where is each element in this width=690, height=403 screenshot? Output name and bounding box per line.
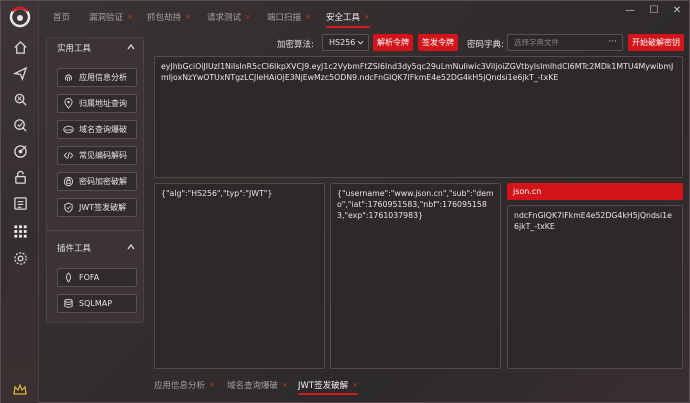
jwt-icon (63, 202, 74, 213)
tool-domain-brute[interactable]: www 域名查询爆破 (57, 120, 137, 139)
secret-result-field[interactable]: json.cn (507, 183, 683, 200)
token-textarea[interactable]: eyJhbGciOiJIUzI1NiIsInR5cCI6IkpXVCJ9.eyJ… (154, 56, 683, 178)
tool-password-crack[interactable]: 密码加密破解 (57, 172, 137, 191)
svg-text:www: www (65, 128, 73, 132)
maximize-icon[interactable]: ☐ (649, 6, 659, 16)
bottom-tab-domain-brute[interactable]: 域名查询爆破 × (227, 379, 288, 391)
crown-icon[interactable] (13, 384, 27, 396)
tool-label: 密码加密破解 (79, 177, 127, 186)
tab-label: 安全工具 (326, 13, 361, 23)
bottom-tab-app-info[interactable]: 应用信息分析 × (154, 379, 215, 391)
chevron-down-icon (357, 40, 364, 45)
tab-close-icon[interactable]: × (352, 381, 358, 389)
tool-label: 应用信息分析 (79, 73, 127, 82)
tab-close-icon[interactable]: × (305, 13, 311, 21)
minimize-icon[interactable]: — (625, 6, 635, 16)
app-logo-icon (9, 6, 31, 28)
dict-file-input[interactable]: 选择字典文件 ··· (507, 34, 623, 51)
dict-placeholder: 选择字典文件 (514, 38, 559, 47)
tool-location-lookup[interactable]: 归属地址查询 (57, 94, 137, 113)
algorithm-select[interactable]: HS256 (322, 34, 369, 51)
chevron-up-icon[interactable] (127, 43, 135, 51)
tool-label: 归属地址查询 (79, 99, 127, 108)
tab-security-tools[interactable]: 安全工具 × (326, 10, 370, 28)
left-rail (1, 1, 39, 403)
section-title-plugins: 插件工具 (57, 244, 92, 254)
tab-label: 请求测试 (207, 13, 242, 23)
tab-close-icon[interactable]: × (282, 381, 288, 389)
sign-token-button[interactable]: 签发令牌 (418, 34, 458, 51)
bug-search-icon[interactable] (10, 89, 30, 109)
tool-encode-decode[interactable]: 常见编码解码 (57, 146, 137, 165)
algorithm-value: HS256 (329, 38, 356, 47)
bottom-tab-jwt[interactable]: JWT签发破解 × (298, 379, 358, 395)
fofa-icon (63, 272, 74, 283)
tool-label: SQLMAP (79, 299, 113, 308)
target-icon[interactable] (10, 141, 30, 161)
scan-icon[interactable] (10, 115, 30, 135)
tab-home[interactable]: 首页 (53, 10, 70, 24)
tab-close-icon[interactable]: × (185, 13, 191, 21)
tool-label: FOFA (79, 273, 100, 282)
tool-jwt-crack[interactable]: JWT签发破解 (57, 198, 137, 217)
www-icon: www (63, 124, 74, 135)
sqlmap-icon (63, 298, 74, 309)
plugin-fofa[interactable]: FOFA (57, 268, 137, 287)
unlock-icon[interactable] (10, 167, 30, 187)
app-window: 首页 漏洞验证 × 抓包劫持 × 请求测试 × 端口扫描 × 安全工具 × — … (0, 0, 690, 403)
tab-vuln-verify[interactable]: 漏洞验证 × (89, 10, 133, 24)
tool-label: JWT签发破解 (79, 203, 127, 212)
tool-label: 常见编码解码 (79, 151, 127, 160)
chevron-up-icon[interactable] (127, 243, 135, 251)
list-icon[interactable] (10, 193, 30, 213)
header-json-textarea[interactable]: {"alg":"HS256","typ":"JWT"} (154, 183, 325, 369)
apps-grid-icon[interactable] (10, 221, 30, 241)
algorithm-label: 加密算法: (277, 40, 314, 50)
tab-label: JWT签发破解 (298, 381, 349, 391)
code-icon (63, 150, 74, 161)
tab-label: 首页 (53, 13, 71, 23)
tab-label: 端口扫描 (267, 13, 302, 23)
location-pin-icon (63, 98, 74, 109)
signature-textarea[interactable]: ndcFnGlQK7lFkmE4e52DG4kH5jQndsi1e6jkT_-t… (507, 205, 683, 369)
tool-app-info-analysis[interactable]: 应用信息分析 (57, 68, 137, 87)
tab-capture[interactable]: 抓包劫持 × (147, 10, 191, 24)
top-tab-bar: 首页 漏洞验证 × 抓包劫持 × 请求测试 × 端口扫描 × 安全工具 × (39, 1, 599, 29)
close-icon[interactable]: ✕ (672, 6, 682, 16)
tab-label: 抓包劫持 (147, 13, 182, 23)
tab-label: 应用信息分析 (154, 381, 206, 391)
browse-icon[interactable]: ··· (608, 35, 617, 50)
tab-close-icon[interactable]: × (209, 381, 215, 389)
tool-label: 域名查询爆破 (79, 125, 127, 134)
payload-json-textarea[interactable]: {"username":"www.json.cn","sub":"demo","… (330, 183, 501, 369)
key-icon (63, 176, 74, 187)
crack-key-button[interactable]: 开始破解密钥 (628, 34, 684, 51)
settings-icon[interactable] (10, 248, 30, 268)
tab-request-test[interactable]: 请求测试 × (207, 10, 251, 24)
tools-panel: 实用工具 应用信息分析 归属地址查询 www 域名查询爆破 常见编码解码 密码加… (46, 37, 144, 323)
plugin-sqlmap[interactable]: SQLMAP (57, 294, 137, 313)
tab-label: 漏洞验证 (89, 13, 124, 23)
fingerprint-icon (63, 72, 74, 83)
tab-close-icon[interactable]: × (364, 13, 370, 21)
tab-port-scan[interactable]: 端口扫描 × (267, 10, 311, 24)
dict-label: 密码字典: (467, 40, 504, 50)
section-divider (47, 230, 143, 231)
tab-close-icon[interactable]: × (127, 13, 133, 21)
send-icon[interactable] (10, 63, 30, 83)
home-icon[interactable] (10, 37, 30, 57)
section-title-utilities: 实用工具 (57, 44, 92, 54)
tab-close-icon[interactable]: × (245, 13, 251, 21)
parse-token-button[interactable]: 解析令牌 (373, 34, 413, 51)
tab-label: 域名查询爆破 (227, 381, 279, 391)
